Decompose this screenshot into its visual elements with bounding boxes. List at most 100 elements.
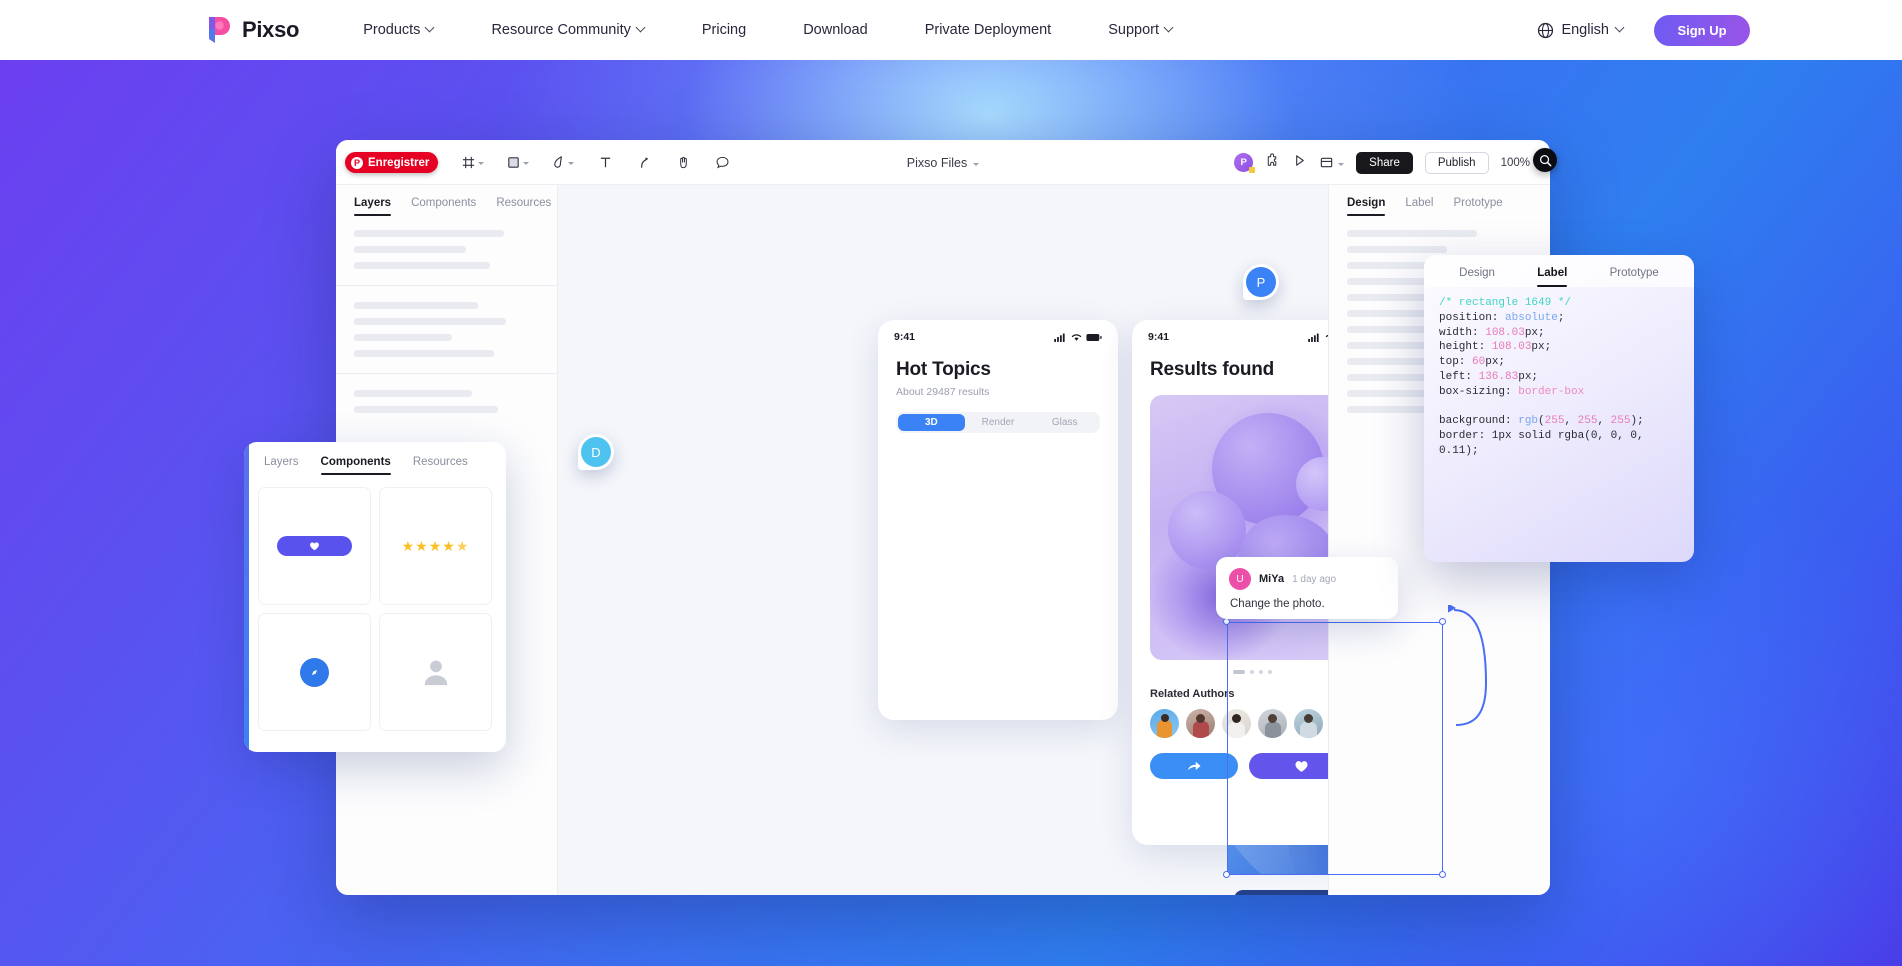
design-canvas[interactable]: 9:41 Hot Topics About 29487 results 3D R… xyxy=(558,185,1488,895)
code-tab-design[interactable]: Design xyxy=(1459,267,1495,287)
chevron-down-icon xyxy=(1616,24,1624,32)
tab-label[interactable]: Label xyxy=(1405,197,1433,216)
heart-button-component[interactable] xyxy=(258,487,371,605)
brand-name: Pixso xyxy=(242,17,300,42)
status-bar: 9:41 xyxy=(878,320,1118,343)
toolbar-actions: P Share Publish 100% xyxy=(1234,140,1540,185)
nav-item-private-deployment[interactable]: Private Deployment xyxy=(925,22,1052,38)
pinterest-icon: P xyxy=(351,156,363,169)
layer-placeholder xyxy=(354,230,504,237)
layer-placeholder xyxy=(354,246,466,253)
nav-item-resource-community[interactable]: Resource Community xyxy=(491,22,644,38)
code-tab-prototype[interactable]: Prototype xyxy=(1610,267,1659,287)
layout-view-button[interactable] xyxy=(1319,155,1345,170)
carousel-dot[interactable] xyxy=(1249,670,1254,674)
tab-prototype[interactable]: Prototype xyxy=(1453,197,1502,216)
avatar-placeholder-component[interactable] xyxy=(379,613,492,731)
segment-3d[interactable]: 3D xyxy=(898,414,965,431)
card-tab-components[interactable]: Components xyxy=(320,456,392,475)
selection-handle-tl[interactable] xyxy=(1223,618,1230,625)
nav-item-pricing[interactable]: Pricing xyxy=(702,22,746,38)
layer-placeholder xyxy=(354,302,478,309)
code-tab-label[interactable]: Label xyxy=(1537,267,1568,287)
selection-handle-tr[interactable] xyxy=(1439,618,1446,625)
selection-handle-bl[interactable] xyxy=(1223,871,1230,878)
avatar[interactable]: P xyxy=(1234,153,1256,173)
zoom-level-label: 100% xyxy=(1500,156,1530,169)
shape-tool-icon[interactable] xyxy=(502,140,533,185)
nav-item-support[interactable]: Support xyxy=(1108,22,1173,38)
layer-placeholder xyxy=(354,334,452,341)
css-code-block[interactable]: /* rectangle 1649 */ position: absolute;… xyxy=(1424,287,1694,468)
chevron-down-icon xyxy=(973,162,980,166)
nav-label: Download xyxy=(803,22,868,38)
pinterest-save-button[interactable]: P Enregistrer xyxy=(345,152,439,173)
carousel-dot[interactable] xyxy=(1232,670,1245,674)
frame-tool-icon[interactable] xyxy=(457,140,488,185)
compass-icon xyxy=(300,657,329,687)
author-avatar-4[interactable] xyxy=(1258,709,1287,738)
layer-placeholder xyxy=(354,262,490,269)
signal-icon xyxy=(1308,332,1319,342)
avatar: U xyxy=(1229,568,1251,590)
segment-render[interactable]: Render xyxy=(965,414,1032,431)
property-placeholder xyxy=(1347,230,1477,237)
segmented-control: 3D Render Glass xyxy=(896,412,1100,433)
carousel-dot[interactable] xyxy=(1258,670,1263,674)
comment-card[interactable]: U MiYa 1 day ago Change the photo. xyxy=(1216,557,1398,619)
results-artwork[interactable] xyxy=(1150,395,1354,660)
tab-layers[interactable]: Layers xyxy=(354,197,392,216)
card-tab-layers[interactable]: Layers xyxy=(264,456,299,475)
pixso-logo-icon xyxy=(205,15,233,45)
status-time: 9:41 xyxy=(894,331,916,343)
comment-header: U MiYa 1 day ago xyxy=(1229,568,1385,590)
phone-title: Hot Topics xyxy=(896,359,991,380)
magnify-icon[interactable] xyxy=(1533,148,1557,172)
text-tool-icon[interactable] xyxy=(594,140,617,185)
sign-up-button[interactable]: Sign Up xyxy=(1654,14,1750,46)
carousel-dot[interactable] xyxy=(1267,670,1272,674)
star-rating-component[interactable]: ★★★★★ xyxy=(379,487,492,605)
layer-placeholder xyxy=(354,390,472,397)
tab-design[interactable]: Design xyxy=(1347,197,1386,216)
tab-components[interactable]: Components xyxy=(411,197,476,216)
nav-item-products[interactable]: Products xyxy=(363,22,434,38)
share-button[interactable]: Share xyxy=(1356,151,1413,174)
author-avatar-2[interactable] xyxy=(1186,709,1215,738)
status-icons xyxy=(1054,332,1102,342)
comment-timestamp: 1 day ago xyxy=(1292,573,1337,585)
site-header: Pixso Products Resource Community Pricin… xyxy=(0,0,1902,60)
code-line-box-sizing: box-sizing: border-box xyxy=(1439,385,1585,398)
author-avatar-5[interactable] xyxy=(1294,709,1323,738)
publish-button[interactable]: Publish xyxy=(1424,151,1489,174)
code-line-position: position: absolute; xyxy=(1439,311,1565,324)
play-preview-icon[interactable] xyxy=(1292,153,1307,173)
pill-button xyxy=(277,536,352,556)
card-tab-resources[interactable]: Resources xyxy=(413,456,468,475)
segment-glass[interactable]: Glass xyxy=(1031,414,1098,431)
chevron-down-icon xyxy=(568,162,574,165)
brand-logo[interactable]: Pixso xyxy=(205,15,300,45)
plugin-icon[interactable] xyxy=(1265,152,1280,173)
tab-resources[interactable]: Resources xyxy=(496,197,551,216)
nav-label: Support xyxy=(1108,22,1160,38)
hand-tool-icon[interactable] xyxy=(672,140,695,185)
selection-handle-br[interactable] xyxy=(1439,871,1446,878)
pen-tool-icon[interactable] xyxy=(547,140,578,185)
collaborator-cursor-d[interactable]: D xyxy=(578,434,614,470)
heart-icon xyxy=(1295,761,1308,772)
nav-item-download[interactable]: Download xyxy=(803,22,868,38)
collaborator-cursor-p[interactable]: P xyxy=(1243,264,1279,300)
path-tool-icon[interactable] xyxy=(633,140,656,185)
author-avatar-3[interactable] xyxy=(1222,709,1251,738)
design-panel-tabs: Design Label Prototype xyxy=(1329,185,1550,216)
language-label: English xyxy=(1561,22,1609,38)
author-avatar-1[interactable] xyxy=(1150,709,1179,738)
nav-label: Private Deployment xyxy=(924,22,1052,38)
compass-button-component[interactable] xyxy=(258,613,371,731)
layer-placeholder xyxy=(354,318,506,325)
share-button-mobile[interactable] xyxy=(1150,753,1238,779)
language-selector[interactable]: English xyxy=(1537,22,1624,39)
comment-tool-icon[interactable] xyxy=(711,140,734,185)
app-toolbar: Pixso Files P Share Publish 100% xyxy=(336,140,1550,185)
